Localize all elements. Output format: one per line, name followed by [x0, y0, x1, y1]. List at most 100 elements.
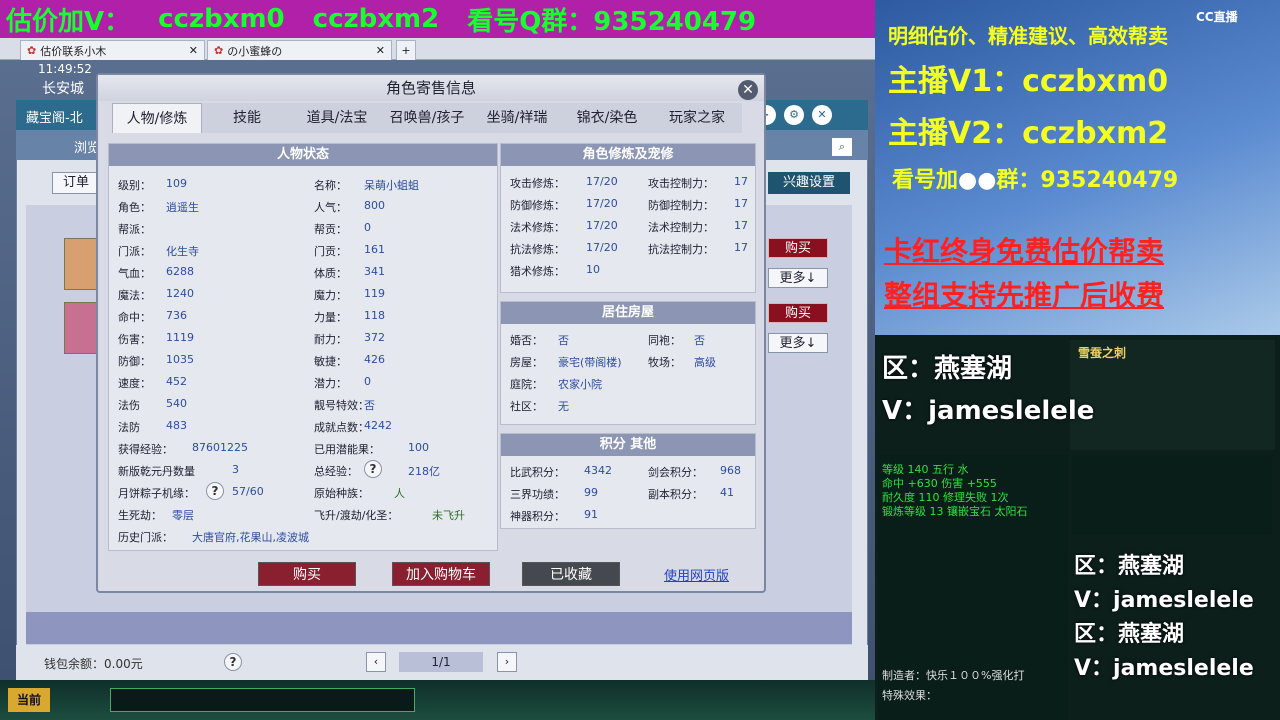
field-label: 获得经验：	[118, 443, 173, 456]
cultivation-value: 17/20	[586, 219, 618, 232]
field-label: 门贡：	[314, 245, 347, 258]
close-icon[interactable]: ✕	[738, 80, 758, 100]
close-icon[interactable]: ✕	[189, 44, 198, 57]
field-value: 大唐官府,花果山,凌波城	[192, 531, 309, 544]
current-channel-button[interactable]: 当前	[8, 688, 50, 712]
field-value: 119	[364, 287, 385, 300]
wechat-label: V：jameslelele	[1074, 588, 1254, 613]
field-value: 218亿	[408, 465, 440, 478]
more-button[interactable]: 更多↓	[768, 268, 828, 288]
field-label: 角色：	[118, 201, 151, 214]
tab-pets[interactable]: 召唤兽/孩子	[382, 103, 472, 133]
avatar[interactable]	[64, 302, 98, 354]
points-value: 41	[720, 486, 734, 499]
cultivation-label: 抗法修炼：	[510, 243, 565, 256]
chat-input[interactable]	[110, 688, 415, 712]
cultivation-label: 法术修炼：	[510, 221, 565, 234]
field-value: 87601225	[192, 441, 248, 454]
new-tab-button[interactable]: +	[396, 40, 416, 60]
field-value: 化生寺	[166, 245, 199, 258]
browser-tab-2[interactable]: ✿ の小蜜蜂の ✕	[207, 40, 392, 60]
tab-mounts[interactable]: 坐骑/祥瑞	[472, 103, 562, 133]
cultivation-value: 17	[734, 175, 748, 188]
buy-button[interactable]: 购买	[258, 562, 356, 586]
search-icon[interactable]: ⌕	[832, 138, 852, 156]
tab-character[interactable]: 人物/修炼	[112, 103, 202, 133]
browser-tab-1[interactable]: ✿ 估价联系小木 ✕	[20, 40, 205, 60]
field-value: 1035	[166, 353, 194, 366]
field-value: 否	[364, 399, 375, 412]
help-icon[interactable]: ?	[224, 653, 242, 671]
field-label: 人气：	[314, 201, 347, 214]
field-label: 帮贡：	[314, 223, 347, 236]
buy-button[interactable]: 购买	[768, 303, 828, 323]
field-label: 原始种族：	[314, 487, 369, 500]
banner-text-4: 看号Q群：935240479	[467, 6, 757, 37]
prev-page-icon[interactable]: ‹	[366, 652, 386, 672]
tab-outfits[interactable]: 锦衣/染色	[562, 103, 652, 133]
cultivation-label: 抗法控制力：	[648, 243, 714, 256]
close-icon[interactable]: ✕	[376, 44, 385, 57]
help-icon[interactable]: ?	[364, 460, 382, 478]
field-label: 已用潜能果：	[314, 443, 380, 456]
favorited-button[interactable]: 已收藏	[522, 562, 620, 586]
field-label: 耐力：	[314, 333, 347, 346]
item-effect: 特殊效果：	[882, 689, 937, 702]
house-label: 牧场：	[648, 356, 681, 369]
field-value: 6288	[166, 265, 194, 278]
field-label: 月饼粽子机缘：	[118, 487, 195, 500]
wechat-label: V：jameslelele	[882, 396, 1095, 426]
stream-line-4a: 看号加	[892, 168, 959, 193]
settings-icon[interactable]: ⚙	[784, 105, 804, 125]
points-value: 968	[720, 464, 741, 477]
points-panel-title: 积分 其他	[501, 434, 755, 456]
stream-line-4: 看号加●●群：935240479	[892, 162, 1178, 194]
cultivation-value: 17	[734, 241, 748, 254]
use-web-version-link[interactable]: 使用网页版	[664, 565, 729, 584]
field-label: 靓号特效：	[314, 399, 369, 412]
qq-icon: ●●	[958, 168, 997, 193]
interest-settings-button[interactable]: 兴趣设置	[768, 172, 850, 194]
field-label: 生死劫：	[118, 509, 162, 522]
order-button[interactable]: 订单	[52, 172, 100, 194]
field-label: 速度：	[118, 377, 151, 390]
field-label: 敏捷：	[314, 355, 347, 368]
help-icon[interactable]: ?	[206, 482, 224, 500]
house-value: 否	[694, 334, 705, 347]
banner-text-1: 估价加V：	[6, 6, 131, 37]
zone-label: 区：燕塞湖	[1074, 622, 1185, 647]
field-label: 体质：	[314, 267, 347, 280]
cultivation-value: 17/20	[586, 197, 618, 210]
next-page-icon[interactable]: ›	[497, 652, 517, 672]
tab-skills[interactable]: 技能	[202, 103, 292, 133]
field-value: 426	[364, 353, 385, 366]
promo-banner: 估价加V： cczbxm0 cczbxm2 看号Q群：935240479	[0, 0, 875, 38]
field-label: 命中：	[118, 311, 151, 324]
buy-button[interactable]: 购买	[768, 238, 828, 258]
cultivation-panel-title: 角色修炼及宠修	[501, 144, 755, 166]
cultivation-label: 防御控制力：	[648, 199, 714, 212]
cultivation-label: 猎术修炼：	[510, 265, 565, 278]
tab-favicon: ✿	[27, 44, 37, 57]
points-label: 副本积分：	[648, 488, 703, 501]
field-label: 总经验：	[314, 465, 358, 478]
field-value: 人	[394, 487, 405, 500]
tab-home[interactable]: 玩家之家	[652, 103, 742, 133]
field-value: 372	[364, 331, 385, 344]
more-button[interactable]: 更多↓	[768, 333, 828, 353]
house-value: 高级	[694, 356, 716, 369]
game-clock: 11:49:52	[38, 62, 92, 76]
avatar[interactable]	[64, 238, 98, 290]
field-label: 级别：	[118, 179, 151, 192]
banner-text-2: cczbxm0	[158, 4, 285, 34]
page-indicator: 1/1	[399, 652, 483, 672]
cultivation-value: 17/20	[586, 241, 618, 254]
add-to-cart-button[interactable]: 加入购物车	[392, 562, 490, 586]
house-label: 房屋：	[510, 356, 543, 369]
tab-items[interactable]: 道具/法宝	[292, 103, 382, 133]
field-label: 力量：	[314, 311, 347, 324]
close-icon[interactable]: ✕	[812, 105, 832, 125]
field-label: 飞升/渡劫/化圣：	[314, 509, 399, 522]
field-label: 魔力：	[314, 289, 347, 302]
cultivation-value: 10	[586, 263, 600, 276]
